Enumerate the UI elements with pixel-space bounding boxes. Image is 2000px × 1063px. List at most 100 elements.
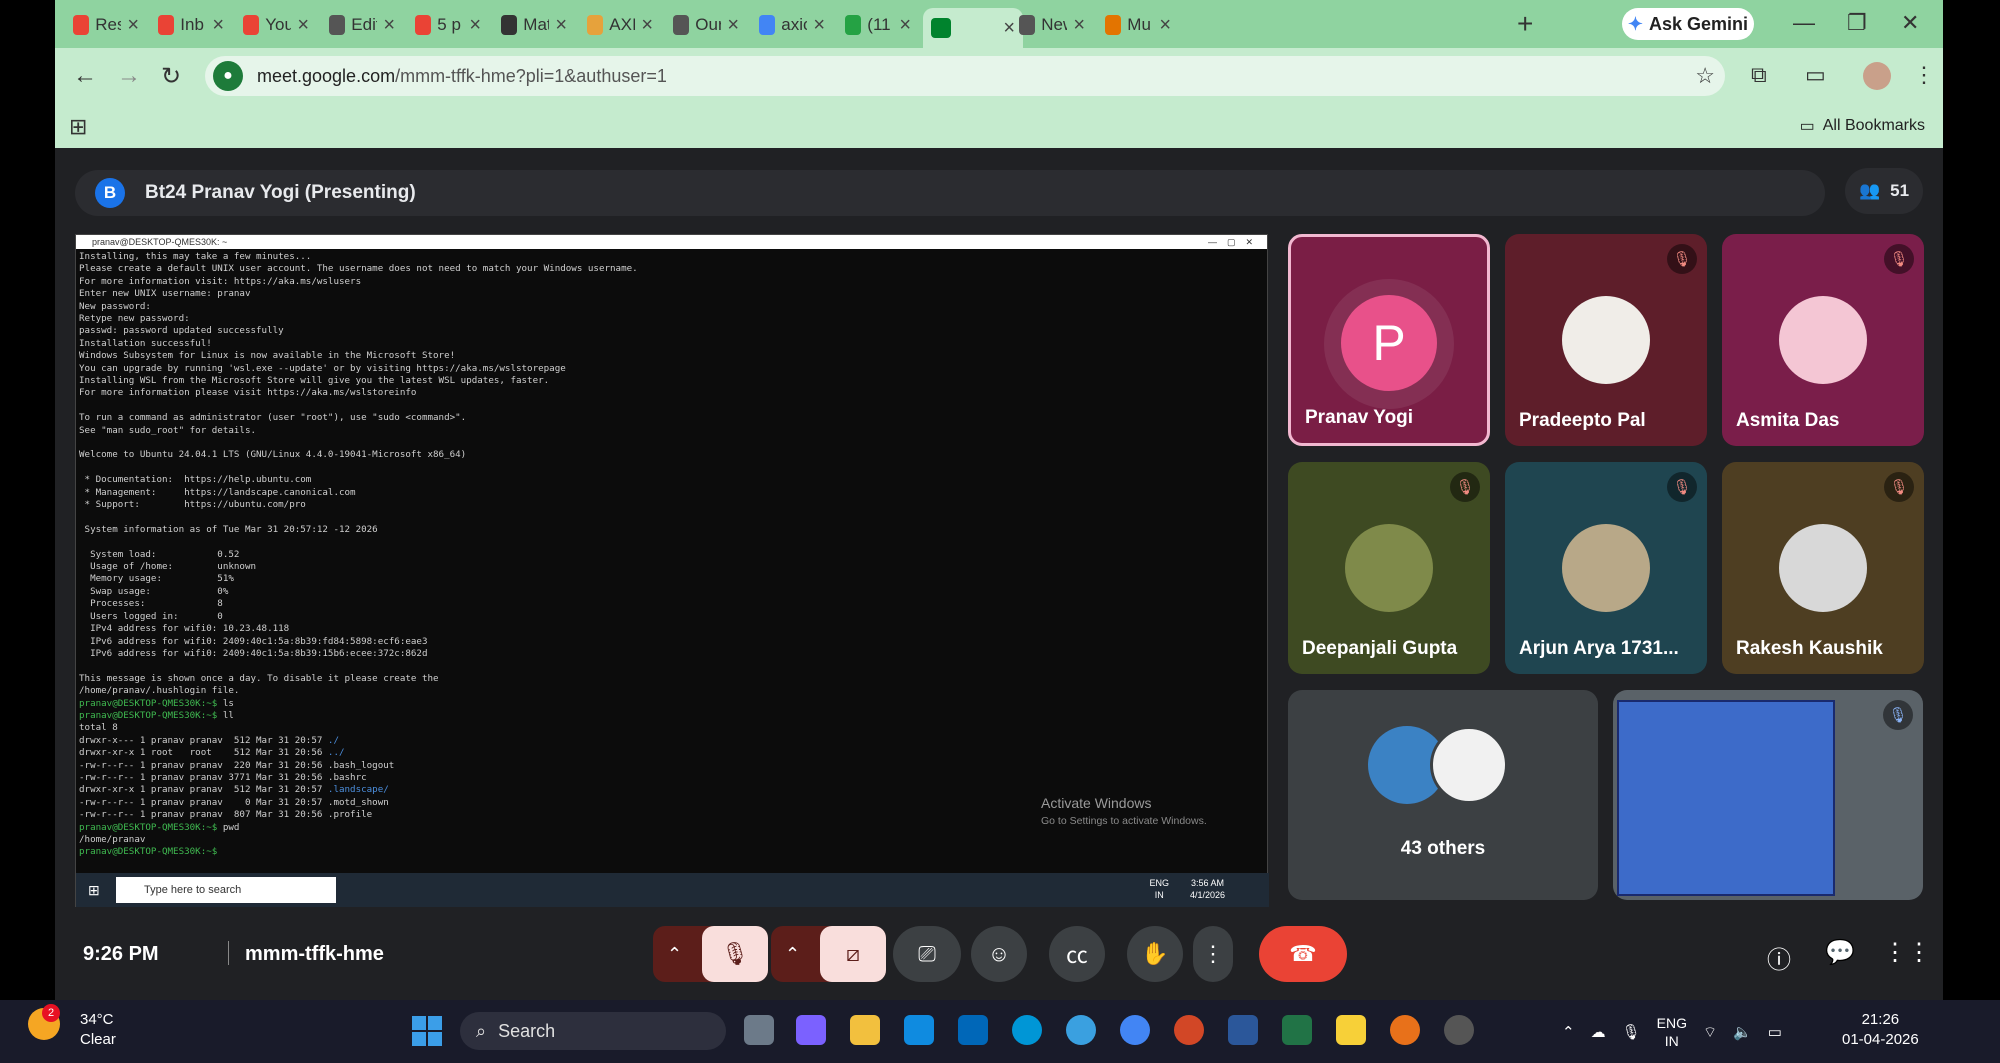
tab-close-icon[interactable]: × — [899, 14, 911, 37]
microphone-tray-icon[interactable]: 🎙 — [1622, 1023, 1641, 1041]
tab-close-icon[interactable]: × — [127, 14, 139, 37]
settings-icon[interactable] — [1444, 1015, 1474, 1045]
excel-icon[interactable] — [1282, 1015, 1312, 1045]
task-view-icon[interactable] — [744, 1015, 774, 1045]
meeting-info-icon[interactable]: ⓘ — [1767, 940, 1791, 975]
browser-tab[interactable]: New × — [1011, 8, 1093, 42]
tab-close-icon[interactable]: × — [469, 14, 481, 37]
browser-tab[interactable]: 5 p × — [407, 8, 489, 42]
mic-options-chevron-icon[interactable]: ⌃ — [667, 944, 682, 965]
participant-tile[interactable]: 🎙 Asmita Das — [1722, 234, 1924, 446]
present-screen-button[interactable]: ⎚ — [893, 926, 961, 982]
participant-tile[interactable]: 🎙 Arjun Arya 1731... — [1505, 462, 1707, 674]
browser-tab[interactable]: You × — [235, 8, 317, 42]
browser-tab[interactable]: axic × — [751, 8, 833, 42]
tab-close-icon[interactable]: × — [813, 14, 825, 37]
presenter-bar[interactable]: B Bt24 Pranav Yogi (Presenting) — [75, 170, 1825, 216]
weather-widget[interactable]: 34°C Clear — [80, 1010, 116, 1050]
tab-close-icon[interactable]: × — [1073, 14, 1085, 37]
back-button[interactable]: ← — [73, 62, 97, 90]
file-explorer-icon[interactable] — [850, 1015, 880, 1045]
emoji-reaction-button[interactable]: ☺ — [971, 926, 1027, 982]
word-icon[interactable] — [1228, 1015, 1258, 1045]
hp-icon[interactable] — [1012, 1015, 1042, 1045]
terminal-text: Memory usage: 51% — [79, 573, 234, 585]
participant-tile[interactable]: 🎙 Pradeepto Pal — [1505, 234, 1707, 446]
participant-tile[interactable]: P Pranav Yogi — [1288, 234, 1490, 446]
sticky-notes-icon[interactable] — [1336, 1015, 1366, 1045]
captions-button[interactable]: ㏄ — [1049, 926, 1105, 982]
participants-button[interactable]: 👥 51 — [1845, 168, 1923, 214]
tab-favicon-icon — [501, 15, 518, 35]
terminal-line: IPv6 address for wifi0: 2409:40c1:5a:8b3… — [79, 648, 1249, 660]
self-tile[interactable]: 🎙 — [1613, 690, 1923, 900]
forward-button[interactable]: → — [117, 62, 141, 90]
reload-button[interactable]: ↻ — [161, 62, 181, 91]
extensions-icon[interactable]: ⧉ — [1751, 62, 1767, 88]
tab-close-icon[interactable]: × — [1159, 14, 1171, 37]
others-tile[interactable]: 43 others — [1288, 690, 1598, 900]
language-indicator[interactable]: ENG IN — [1657, 1014, 1687, 1050]
search-app-icon[interactable] — [1390, 1015, 1420, 1045]
tab-close-icon[interactable]: × — [727, 14, 739, 37]
browser-tab[interactable]: × — [923, 8, 1023, 48]
participant-tile[interactable]: 🎙 Deepanjali Gupta — [1288, 462, 1490, 674]
tab-close-icon[interactable]: × — [555, 14, 567, 37]
tab-title: Our — [695, 15, 722, 34]
url-text[interactable]: meet.google.com/mmm-tffk-hme?pli=1&authu… — [257, 66, 667, 87]
store-icon[interactable] — [958, 1015, 988, 1045]
new-tab-button[interactable]: + — [1517, 8, 1533, 40]
browser-tab[interactable]: Res × — [65, 8, 147, 42]
chrome-icon[interactable] — [1120, 1015, 1150, 1045]
start-button[interactable] — [412, 1016, 442, 1046]
camera-options-chevron-icon[interactable]: ⌃ — [785, 944, 800, 965]
camera-off-button[interactable]: ⧄ — [820, 926, 886, 982]
chat-icon[interactable]: 💬 — [1825, 938, 1855, 967]
raise-hand-button[interactable]: ✋ — [1127, 926, 1183, 982]
more-options-button[interactable]: ⋮ — [1193, 926, 1233, 982]
tray-chevron-icon[interactable]: ⌃ — [1562, 1023, 1575, 1041]
microphone-icon[interactable]: ● — [213, 61, 243, 91]
copilot-icon[interactable] — [796, 1015, 826, 1045]
edge-icon[interactable] — [904, 1015, 934, 1045]
app-icon[interactable] — [1066, 1015, 1096, 1045]
tab-close-icon[interactable]: × — [212, 14, 224, 37]
browser-tab[interactable]: Edit × — [321, 8, 403, 42]
terminal-text: Welcome to Ubuntu 24.04.1 LTS (GNU/Linux… — [79, 449, 467, 461]
volume-icon[interactable]: 🔈 — [1733, 1023, 1752, 1041]
tab-close-icon[interactable]: × — [641, 14, 653, 37]
minimize-button[interactable]: — — [1793, 10, 1815, 36]
all-bookmarks-button[interactable]: ▭ All Bookmarks — [1800, 116, 1925, 136]
onedrive-icon[interactable]: ☁ — [1591, 1023, 1606, 1041]
powerpoint-icon[interactable] — [1174, 1015, 1204, 1045]
tab-close-icon[interactable]: × — [383, 14, 395, 37]
browser-tab[interactable]: Inb × — [150, 8, 232, 42]
browser-tab[interactable]: Mu × — [1097, 8, 1179, 42]
tab-close-icon[interactable]: × — [297, 14, 309, 37]
menu-kebab-icon[interactable]: ⋮ — [1913, 62, 1935, 88]
terminal-line: Swap usage: 0% — [79, 586, 1249, 598]
taskbar-search[interactable]: ⌕ Search — [460, 1012, 726, 1050]
terminal-text: New password: — [79, 300, 151, 312]
bookmark-star-icon[interactable]: ☆ — [1695, 63, 1715, 89]
restore-button[interactable]: ❐ — [1847, 10, 1867, 36]
browser-tab[interactable]: Our × — [665, 8, 747, 42]
muted-mic-icon: 🎙 — [1884, 244, 1914, 274]
meeting-code[interactable]: mmm-tffk-hme — [245, 943, 384, 966]
browser-tab[interactable]: (11 × — [837, 8, 919, 42]
taskbar-clock[interactable]: 21:26 01-04-2026 — [1842, 1010, 1919, 1050]
leave-call-button[interactable]: ☎ — [1259, 926, 1347, 982]
cast-icon[interactable]: ▭ — [1805, 62, 1826, 88]
ask-gemini-button[interactable]: ✦ Ask Gemini — [1622, 8, 1754, 40]
battery-icon[interactable]: ▭ — [1768, 1023, 1782, 1041]
address-bar[interactable]: ● meet.google.com/mmm-tffk-hme?pli=1&aut… — [205, 56, 1725, 96]
wifi-icon[interactable]: ⌔ — [1703, 1023, 1717, 1042]
mic-muted-button[interactable]: 🎙 — [702, 926, 768, 982]
browser-tab[interactable]: Mat × — [493, 8, 575, 42]
apps-grid-icon[interactable]: ⊞ — [69, 114, 87, 140]
activities-grid-icon[interactable]: ⋮⋮ — [1883, 938, 1931, 967]
close-window-button[interactable]: ✕ — [1901, 10, 1919, 36]
profile-avatar[interactable] — [1863, 62, 1891, 90]
participant-tile[interactable]: 🎙 Rakesh Kaushik — [1722, 462, 1924, 674]
browser-tab[interactable]: AXI × — [579, 8, 661, 42]
